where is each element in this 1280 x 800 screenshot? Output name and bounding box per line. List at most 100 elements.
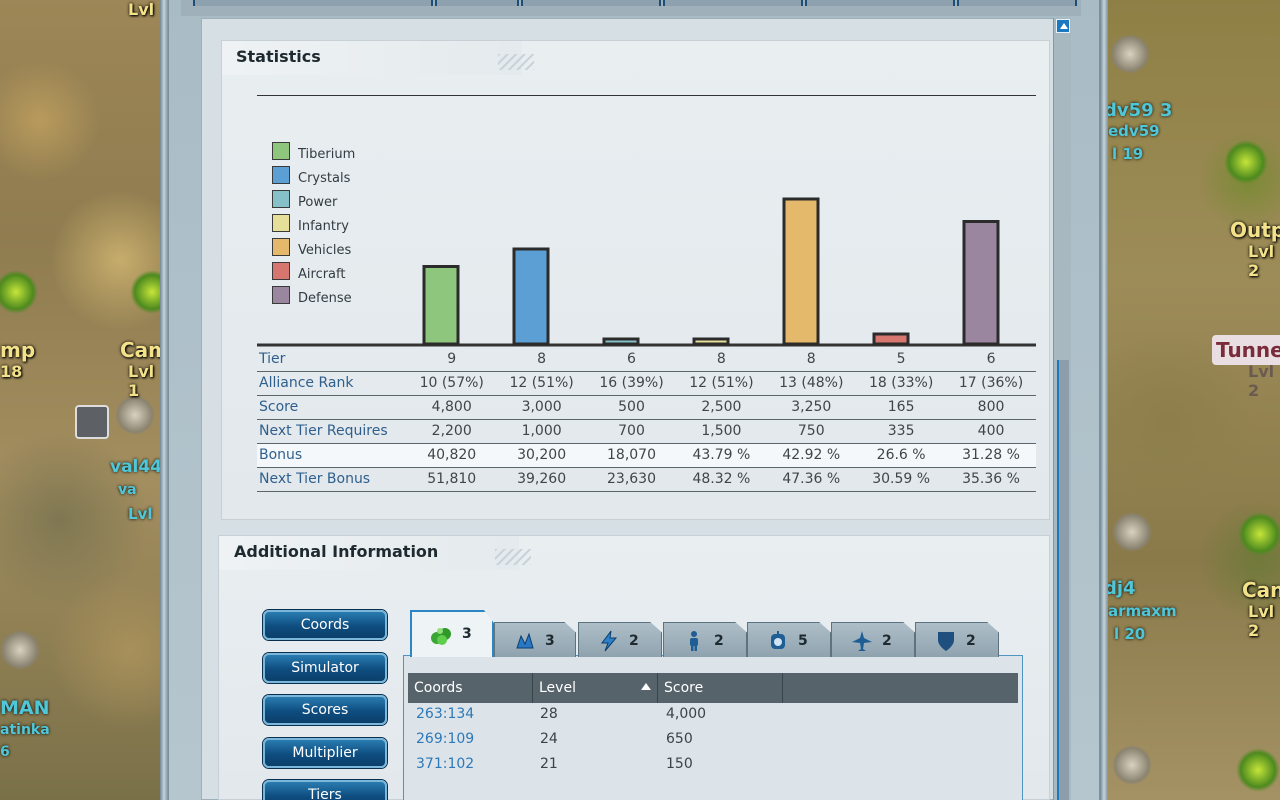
coords-button[interactable]: Coords xyxy=(263,610,387,640)
coords-link[interactable]: 263:134 xyxy=(416,702,474,727)
map-left[interactable]: Lvl mp 18 Camp Lvl 1 val44 va Lvl MAN at… xyxy=(0,0,183,800)
stats-cell: 9 xyxy=(406,347,497,372)
base-marker[interactable] xyxy=(1110,34,1150,74)
stats-row: Bonus 40,820 30,200 18,070 43.79 % 42.92 % 26.… xyxy=(257,443,1036,468)
stats-cell: 4,800 xyxy=(406,395,497,420)
top-tab[interactable] xyxy=(957,0,1077,6)
stats-cell: 335 xyxy=(856,419,947,444)
table-row[interactable]: 269:109 24 650 xyxy=(408,727,1018,752)
stats-cell: 1,500 xyxy=(676,419,767,444)
stats-cell: 26.6 % xyxy=(856,443,947,468)
base-marker[interactable] xyxy=(1112,512,1152,552)
legend-label: Vehicles xyxy=(298,243,352,258)
top-tab[interactable] xyxy=(435,0,519,6)
map-label: Lvl xyxy=(128,505,153,523)
map-label: dv59 3 xyxy=(1104,100,1173,121)
map-label: atinka xyxy=(0,722,50,738)
vehicle-icon xyxy=(771,631,785,649)
map-label: armaxm xyxy=(1108,602,1177,620)
coords-link[interactable]: 371:102 xyxy=(416,752,474,777)
bar-crystals xyxy=(512,247,550,346)
map-label: edv59 xyxy=(1108,122,1160,140)
stats-cell: 750 xyxy=(766,419,857,444)
map-label: val44 xyxy=(110,457,163,477)
camp-marker[interactable] xyxy=(0,270,38,314)
map-label: Lvl 2 xyxy=(1248,602,1275,640)
scores-button[interactable]: Scores xyxy=(263,695,387,725)
stats-cell: 18 (33%) xyxy=(856,371,947,396)
top-tab[interactable] xyxy=(193,0,433,6)
legend-swatch-defense xyxy=(272,286,290,304)
window-frame-right xyxy=(1100,0,1108,800)
sort-ascending-icon[interactable] xyxy=(641,683,651,690)
infantry-icon xyxy=(690,631,698,651)
legend-label: Infantry xyxy=(298,219,349,234)
legend-swatch-crystals xyxy=(272,166,290,184)
player-icon[interactable] xyxy=(75,405,109,439)
stats-row-label: Bonus xyxy=(257,443,407,468)
top-tab[interactable] xyxy=(521,0,661,6)
base-marker[interactable] xyxy=(115,395,155,435)
tab-crystals[interactable]: 3 xyxy=(494,622,576,657)
map-label: mp xyxy=(0,338,36,362)
scroll-up-button[interactable] xyxy=(1056,19,1070,33)
base-marker[interactable] xyxy=(1112,745,1152,785)
legend-label: Power xyxy=(298,195,338,210)
tab-aircraft[interactable]: 2 xyxy=(831,622,915,657)
map-label: 6 xyxy=(0,744,10,760)
tab-power[interactable]: 2 xyxy=(578,622,662,657)
column-header-coords[interactable]: Coords xyxy=(408,673,533,703)
stats-cell: 48.32 % xyxy=(676,467,767,492)
table-row[interactable]: 263:134 28 4,000 xyxy=(408,702,1018,727)
additional-info-title: Additional Information xyxy=(234,542,439,561)
map-label: Outp xyxy=(1230,218,1280,242)
stats-row: Alliance Rank 10 (57%) 12 (51%) 16 (39%) 12 … xyxy=(257,371,1036,396)
bar-tiberium xyxy=(422,265,460,346)
stats-cell: 31.28 % xyxy=(946,443,1036,468)
map-right[interactable]: dv59 3 edv59 l 19 Outp Lvl 2 Tunne Lvl 2… xyxy=(1104,0,1280,800)
tab-infantry[interactable]: 2 xyxy=(663,622,747,657)
camp-marker[interactable] xyxy=(1236,748,1280,792)
tab-count: 2 xyxy=(966,633,976,649)
score-cell: 650 xyxy=(666,731,693,747)
stats-cell: 17 (36%) xyxy=(946,371,1036,396)
legend-label: Defense xyxy=(298,291,352,306)
tab-vehicles[interactable]: 5 xyxy=(747,622,831,657)
top-tab[interactable] xyxy=(805,0,955,6)
camp-marker[interactable] xyxy=(1238,512,1280,556)
column-header-level[interactable]: Level xyxy=(533,673,658,703)
map-label: Lvl 1 xyxy=(128,362,155,400)
stats-cell: 43.79 % xyxy=(676,443,767,468)
stats-cell: 12 (51%) xyxy=(676,371,767,396)
map-label: l 19 xyxy=(1112,145,1144,163)
outpost-marker[interactable] xyxy=(1224,140,1268,184)
column-header-score[interactable]: Score xyxy=(658,673,783,703)
stats-row-label: Tier xyxy=(257,347,407,372)
stats-cell: 1,000 xyxy=(496,419,587,444)
tab-tiberium[interactable]: 3 xyxy=(410,610,494,657)
stats-cell: 51,810 xyxy=(406,467,497,492)
multiplier-button[interactable]: Multiplier xyxy=(263,738,387,768)
tiers-button[interactable]: Tiers xyxy=(263,780,387,800)
base-marker[interactable] xyxy=(0,630,40,670)
table-row[interactable]: 371:102 21 150 xyxy=(408,752,1018,777)
stats-row: Next Tier Bonus 51,810 39,260 23,630 48.32 %… xyxy=(257,467,1036,492)
stats-cell: 10 (57%) xyxy=(406,371,497,396)
map-label: va xyxy=(118,482,137,498)
tab-defense[interactable]: 2 xyxy=(915,622,999,657)
stats-cell: 18,070 xyxy=(586,443,677,468)
simulator-button[interactable]: Simulator xyxy=(263,653,387,683)
top-tab[interactable] xyxy=(663,0,803,6)
tiberium-icon xyxy=(431,628,451,645)
level-cell: 28 xyxy=(540,706,558,722)
coords-link[interactable]: 269:109 xyxy=(416,727,474,752)
stats-row-label: Next Tier Bonus xyxy=(257,467,407,492)
legend-swatch-tiberium xyxy=(272,142,290,160)
tab-count: 3 xyxy=(462,626,472,642)
legend-label: Tiberium xyxy=(298,147,356,162)
stats-cell: 2,500 xyxy=(676,395,767,420)
stats-cell: 13 (48%) xyxy=(766,371,857,396)
bar-vehicles xyxy=(782,197,820,346)
legend-swatch-vehicles xyxy=(272,238,290,256)
scrollbar-thumb[interactable] xyxy=(1057,360,1069,800)
